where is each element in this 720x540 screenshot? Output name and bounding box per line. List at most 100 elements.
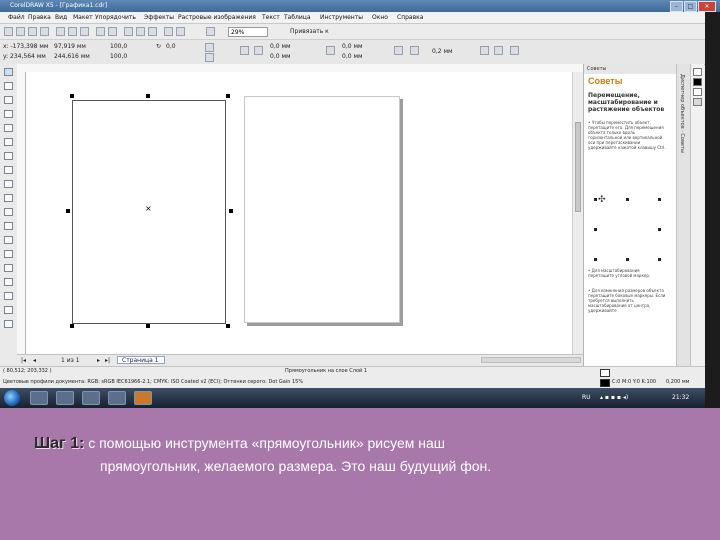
cut-icon[interactable] <box>56 27 65 36</box>
to-back-icon[interactable] <box>494 46 503 55</box>
outline-pen-tool-icon[interactable] <box>4 292 13 300</box>
page-tab[interactable]: Страница 1 <box>117 356 165 364</box>
no-color-swatch[interactable] <box>693 68 702 76</box>
menu-arrange[interactable]: Упорядочить <box>95 12 136 23</box>
wrap-text-icon[interactable] <box>410 46 419 55</box>
polygon-tool-icon[interactable] <box>4 180 13 188</box>
explorer-icon[interactable] <box>30 391 48 405</box>
white-swatch[interactable] <box>693 88 702 96</box>
menu-layout[interactable]: Макет <box>73 12 93 23</box>
minimize-button[interactable]: – <box>670 1 683 12</box>
rectangle-tool-icon[interactable] <box>4 152 13 160</box>
corner-radius-field-1[interactable]: 0,0 мм <box>270 43 291 51</box>
first-page-icon[interactable]: |◂ <box>21 355 26 366</box>
clock[interactable]: 21:32 <box>672 394 689 402</box>
scallop-corner-icon[interactable] <box>254 46 263 55</box>
media-player-icon[interactable] <box>56 391 74 405</box>
outline-width-field[interactable]: 0,2 мм <box>432 48 453 56</box>
zoom-icon[interactable] <box>206 27 215 36</box>
pick-tool-icon[interactable] <box>4 68 13 76</box>
vertical-scrollbar[interactable] <box>572 72 583 354</box>
fill-tool-icon[interactable] <box>4 306 13 314</box>
selection-handle-bottom-left[interactable] <box>70 324 74 328</box>
redo-icon[interactable] <box>108 27 117 36</box>
new-document-icon[interactable] <box>4 27 13 36</box>
corner-radius-field-4[interactable]: 0,0 мм <box>342 53 363 61</box>
corner-radius-field-2[interactable]: 0,0 мм <box>270 53 291 61</box>
mirror-horizontal-icon[interactable] <box>205 43 214 52</box>
crop-tool-icon[interactable] <box>4 96 13 104</box>
coreldraw-taskbar-icon[interactable] <box>134 391 152 405</box>
welcome-icon[interactable] <box>176 27 185 36</box>
selection-handle-top[interactable] <box>146 94 150 98</box>
ellipse-tool-icon[interactable] <box>4 166 13 174</box>
position-x-field[interactable]: x: -173,398 мм <box>3 43 48 51</box>
menu-bitmaps[interactable]: Растровые изображения <box>178 12 256 23</box>
horizontal-scrollbar[interactable] <box>481 357 581 363</box>
menu-window[interactable]: Окно <box>372 12 388 23</box>
selection-handle-bottom-right[interactable] <box>226 324 230 328</box>
round-corner-icon[interactable] <box>240 46 249 55</box>
selection-handle-left[interactable] <box>66 209 70 213</box>
menu-help[interactable]: Справка <box>397 12 423 23</box>
fill-indicator[interactable] <box>600 369 610 377</box>
last-page-icon[interactable]: ▸| <box>105 355 110 366</box>
menu-file[interactable]: Файл <box>8 12 25 23</box>
table-tool-icon[interactable] <box>4 222 13 230</box>
prev-page-icon[interactable]: ◂ <box>33 355 36 366</box>
corner-radius-field-3[interactable]: 0,0 мм <box>342 43 363 51</box>
mirror-vertical-icon[interactable] <box>205 53 214 62</box>
color-profile-info[interactable]: Цветовые профили документа: RGB: sRGB IE… <box>3 379 303 386</box>
maximize-button[interactable]: □ <box>684 1 697 12</box>
export-icon[interactable] <box>148 27 157 36</box>
undo-icon[interactable] <box>96 27 105 36</box>
gray-swatch[interactable] <box>693 98 702 106</box>
vertical-ruler[interactable] <box>17 72 26 354</box>
next-page-icon[interactable]: ▸ <box>97 355 100 366</box>
basic-shapes-tool-icon[interactable] <box>4 194 13 202</box>
menu-view[interactable]: Вид <box>55 12 67 23</box>
scale-y-field[interactable]: 100,0 <box>110 53 127 61</box>
eyedropper-tool-icon[interactable] <box>4 278 13 286</box>
save-icon[interactable] <box>28 27 37 36</box>
menu-tools[interactable]: Инструменты <box>320 12 363 23</box>
selection-handle-top-right[interactable] <box>226 94 230 98</box>
freehand-tool-icon[interactable] <box>4 124 13 132</box>
print-icon[interactable] <box>40 27 49 36</box>
docker-tab-label[interactable]: Диспетчер объектов · Советы <box>679 74 685 153</box>
menu-edit[interactable]: Правка <box>28 12 51 23</box>
vertical-scroll-thumb[interactable] <box>575 122 581 212</box>
launcher-icon[interactable] <box>164 27 173 36</box>
to-front-icon[interactable] <box>480 46 489 55</box>
interactive-fill-tool-icon[interactable] <box>4 320 13 328</box>
import-icon[interactable] <box>136 27 145 36</box>
blend-tool-icon[interactable] <box>4 264 13 272</box>
outline-indicator[interactable] <box>600 379 610 387</box>
tray-icons[interactable]: ▴ ▪ ▪ ▪ ◂) <box>600 394 628 402</box>
lock-icon[interactable] <box>326 46 335 55</box>
search-icon[interactable] <box>124 27 133 36</box>
shape-tool-icon[interactable] <box>4 82 13 90</box>
start-button[interactable] <box>4 390 20 406</box>
paste-icon[interactable] <box>80 27 89 36</box>
selection-handle-top-left[interactable] <box>70 94 74 98</box>
close-button[interactable]: ✕ <box>698 1 716 12</box>
parallel-dimension-tool-icon[interactable] <box>4 236 13 244</box>
open-icon[interactable] <box>16 27 25 36</box>
zoom-tool-icon[interactable] <box>4 110 13 118</box>
snap-to-dropdown[interactable]: Привязать к <box>290 26 329 38</box>
scale-x-field[interactable]: 100,0 <box>110 43 127 51</box>
connector-tool-icon[interactable] <box>4 250 13 258</box>
text-tool-icon[interactable] <box>4 208 13 216</box>
height-field[interactable]: 244,616 мм <box>54 53 90 61</box>
copy-icon[interactable] <box>68 27 77 36</box>
position-y-field[interactable]: y: 234,564 мм <box>3 53 46 61</box>
zoom-level-field[interactable]: 29% <box>228 27 268 37</box>
black-swatch[interactable] <box>693 78 702 86</box>
angle-field[interactable]: 0,0 <box>166 43 176 51</box>
browser-icon[interactable] <box>108 391 126 405</box>
selection-handle-bottom[interactable] <box>146 324 150 328</box>
smart-fill-tool-icon[interactable] <box>4 138 13 146</box>
selection-handle-right[interactable] <box>229 209 233 213</box>
menu-text[interactable]: Текст <box>262 12 280 23</box>
